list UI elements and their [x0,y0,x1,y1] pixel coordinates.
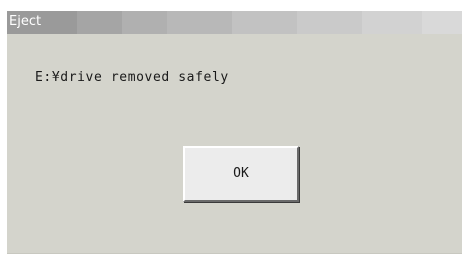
eject-dialog: Eject E:¥drive removed safely OK [7,11,462,254]
ok-button-label: OK [233,166,249,181]
title-bar: Eject [7,11,462,34]
window-title: Eject [9,14,42,29]
ok-button[interactable]: OK [183,146,299,202]
message-text: E:¥drive removed safely [35,70,229,85]
